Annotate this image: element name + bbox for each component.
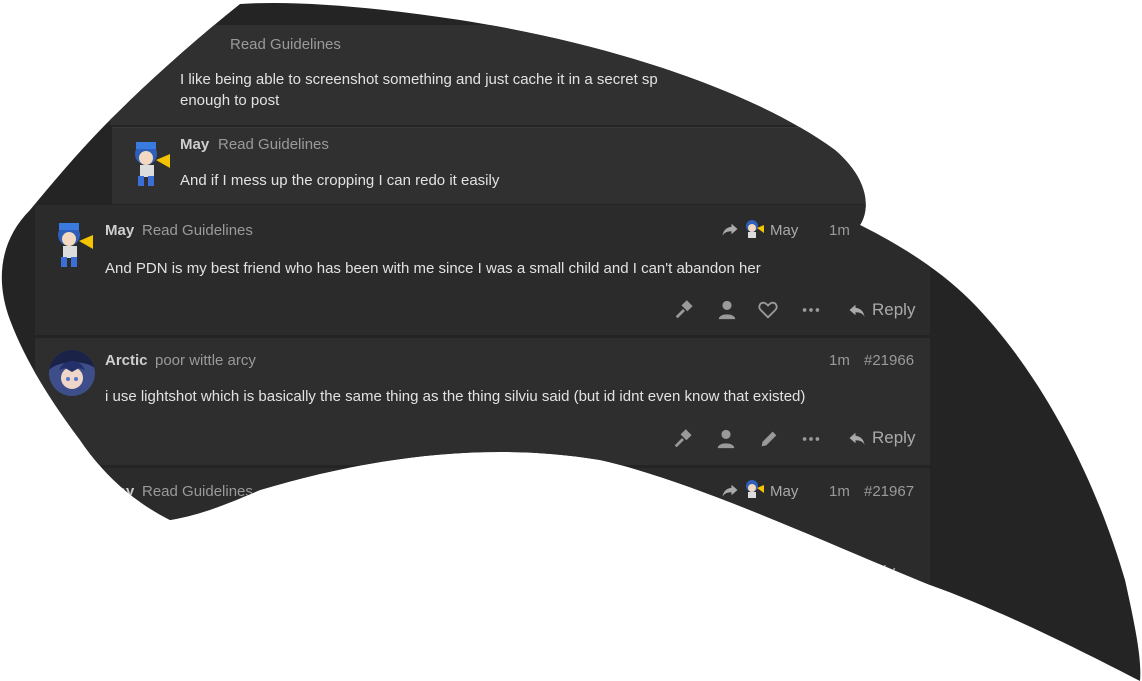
heart-icon[interactable]: [757, 299, 779, 321]
post-arctic: Arctic poor wittle arcy 1m #21966 i use …: [35, 338, 930, 465]
username[interactable]: May: [105, 222, 134, 239]
post-time[interactable]: 1m: [829, 222, 850, 239]
hammer-icon[interactable]: [672, 428, 694, 450]
reply-arrow-icon: [848, 301, 866, 319]
reply-label: Reply: [872, 300, 916, 319]
reply-button[interactable]: ly: [883, 562, 895, 582]
post-body: i use lightshot which is basically the s…: [105, 388, 806, 405]
pencil-icon[interactable]: [758, 428, 780, 450]
user-icon[interactable]: [715, 428, 737, 450]
user-title: Read Guidelines: [142, 483, 253, 500]
reply-label: ly: [883, 562, 896, 581]
reply-label: Reply: [872, 428, 916, 447]
reply-to-avatar[interactable]: [743, 218, 765, 242]
hammer-icon[interactable]: [673, 299, 695, 321]
post-body-line: enough to post: [180, 92, 280, 109]
post-body-line: I like being able to screenshot somethin…: [180, 71, 658, 88]
post-time[interactable]: 1m: [829, 483, 850, 500]
post-body: I like being able to screenshot somethin…: [180, 69, 658, 111]
reply-to-avatar[interactable]: [743, 478, 765, 502]
username[interactable]: May: [105, 483, 134, 500]
avatar[interactable]: [49, 350, 95, 396]
username[interactable]: Arctic: [105, 352, 148, 369]
post-quote: May Read Guidelines And if I mess up the…: [112, 127, 930, 204]
post-number[interactable]: #21966: [864, 352, 914, 369]
reply-button[interactable]: Reply: [848, 300, 915, 320]
username[interactable]: May: [180, 136, 209, 153]
user-icon[interactable]: [716, 299, 738, 321]
user-title: Read Guidelines: [230, 36, 341, 53]
post-time[interactable]: 1m: [829, 352, 850, 369]
user-title: Read Guidelines: [218, 136, 329, 153]
ellipsis-icon[interactable]: [800, 428, 822, 450]
reply-arrow-icon: [848, 429, 866, 447]
forum-thread: Read Guidelines I like being able to scr…: [0, 0, 1142, 681]
reply-to-name[interactable]: May: [770, 483, 798, 500]
post-may-bottom: May Read Guidelines May 1m #21967 ly: [35, 468, 930, 608]
share-arrow-icon[interactable]: [721, 481, 739, 499]
reply-to-name[interactable]: May: [770, 222, 798, 239]
avatar[interactable]: [53, 219, 95, 269]
reply-button[interactable]: Reply: [848, 428, 915, 448]
avatar[interactable]: [130, 138, 172, 188]
post-may: May Read Guidelines May 1m And PDN is my…: [35, 205, 930, 335]
user-title: Read Guidelines: [142, 222, 253, 239]
post-number[interactable]: #21967: [864, 483, 914, 500]
user-title: poor wittle arcy: [155, 352, 256, 369]
ellipsis-icon[interactable]: [800, 299, 822, 321]
post-body: And PDN is my best friend who has been w…: [105, 260, 761, 277]
post-body: And if I mess up the cropping I can redo…: [180, 172, 500, 189]
post-quote-top: Read Guidelines I like being able to scr…: [110, 25, 930, 125]
share-arrow-icon[interactable]: [721, 220, 739, 238]
